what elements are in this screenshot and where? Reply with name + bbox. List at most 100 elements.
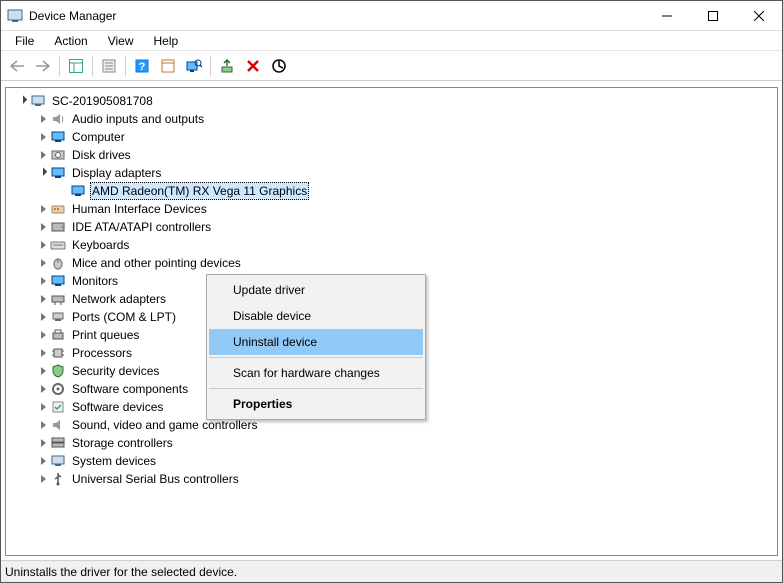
menu-separator <box>209 388 423 389</box>
software-icon <box>50 399 66 415</box>
no-arrow <box>56 184 70 198</box>
category-label: Monitors <box>70 272 120 290</box>
menu-action[interactable]: Action <box>46 32 95 50</box>
help-button[interactable]: ? <box>130 54 154 78</box>
expand-arrow-icon[interactable] <box>36 112 50 126</box>
monitor-icon <box>50 273 66 289</box>
toolbar-separator <box>125 56 126 76</box>
svg-text:?: ? <box>139 61 146 73</box>
category-label: Disk drives <box>70 146 133 164</box>
maximize-button[interactable] <box>690 1 736 30</box>
expand-arrow-icon[interactable] <box>36 202 50 216</box>
ctx-scan-hardware[interactable]: Scan for hardware changes <box>209 360 423 386</box>
show-hide-pane-button[interactable] <box>64 54 88 78</box>
printer-icon <box>50 327 66 343</box>
expand-arrow-icon[interactable] <box>36 418 50 432</box>
scan-hardware-button[interactable] <box>182 54 206 78</box>
properties-button[interactable] <box>97 54 121 78</box>
monitor-icon <box>50 129 66 145</box>
expand-arrow-icon[interactable] <box>36 454 50 468</box>
system-icon <box>50 453 66 469</box>
category-label: Software devices <box>70 398 165 416</box>
menu-help[interactable]: Help <box>146 32 187 50</box>
category-system[interactable]: System devices <box>12 452 777 470</box>
tree-root[interactable]: SC-201905081708 <box>12 92 777 110</box>
category-mice[interactable]: Mice and other pointing devices <box>12 254 777 272</box>
category-label: Universal Serial Bus controllers <box>70 470 241 488</box>
disable-button[interactable] <box>267 54 291 78</box>
expand-arrow-icon[interactable] <box>36 310 50 324</box>
menu-bar: File Action View Help <box>1 31 782 51</box>
software-icon <box>50 381 66 397</box>
expand-arrow-icon[interactable] <box>36 292 50 306</box>
category-ide[interactable]: IDE ATA/ATAPI controllers <box>12 218 777 236</box>
expand-arrow-icon[interactable] <box>36 148 50 162</box>
uninstall-button[interactable] <box>241 54 265 78</box>
expand-arrow-icon[interactable] <box>36 130 50 144</box>
speaker-icon <box>50 111 66 127</box>
ctx-uninstall-device[interactable]: Uninstall device <box>209 329 423 355</box>
expand-arrow-icon[interactable] <box>36 382 50 396</box>
device-selected[interactable]: AMD Radeon(TM) RX Vega 11 Graphics <box>12 182 777 200</box>
device-label: AMD Radeon(TM) RX Vega 11 Graphics <box>90 182 309 200</box>
expand-arrow-icon[interactable] <box>36 400 50 414</box>
category-usb[interactable]: Universal Serial Bus controllers <box>12 470 777 488</box>
category-label: IDE ATA/ATAPI controllers <box>70 218 213 236</box>
expand-arrow-icon[interactable] <box>36 166 50 180</box>
category-label: System devices <box>70 452 158 470</box>
expand-arrow-icon[interactable] <box>36 274 50 288</box>
expand-arrow-icon[interactable] <box>16 94 30 108</box>
window-title: Device Manager <box>29 9 644 23</box>
expand-arrow-icon[interactable] <box>36 364 50 378</box>
action-toolbar-button[interactable] <box>156 54 180 78</box>
category-label: Network adapters <box>70 290 168 308</box>
expand-arrow-icon[interactable] <box>36 256 50 270</box>
category-keyboards[interactable]: Keyboards <box>12 236 777 254</box>
category-label: Software components <box>70 380 190 398</box>
device-tree-pane: SC-201905081708 Audio inputs and outputs… <box>5 87 778 556</box>
update-driver-button[interactable] <box>215 54 239 78</box>
expand-arrow-icon[interactable] <box>36 328 50 342</box>
category-label: Display adapters <box>70 164 163 182</box>
mouse-icon <box>50 255 66 271</box>
status-text: Uninstalls the driver for the selected d… <box>5 565 237 579</box>
category-display[interactable]: Display adapters <box>12 164 777 182</box>
toolbar-separator <box>59 56 60 76</box>
menu-file[interactable]: File <box>7 32 42 50</box>
category-hid[interactable]: Human Interface Devices <box>12 200 777 218</box>
ctx-disable-device[interactable]: Disable device <box>209 303 423 329</box>
expand-arrow-icon[interactable] <box>36 436 50 450</box>
cpu-icon <box>50 345 66 361</box>
computer-icon <box>30 93 46 109</box>
status-bar: Uninstalls the driver for the selected d… <box>1 560 782 582</box>
expand-arrow-icon[interactable] <box>36 346 50 360</box>
back-button[interactable] <box>5 54 29 78</box>
category-audio[interactable]: Audio inputs and outputs <box>12 110 777 128</box>
category-label: Human Interface Devices <box>70 200 209 218</box>
ctx-update-driver[interactable]: Update driver <box>209 277 423 303</box>
ide-icon <box>50 219 66 235</box>
app-icon <box>7 8 23 24</box>
category-label: Storage controllers <box>70 434 175 452</box>
expand-arrow-icon[interactable] <box>36 220 50 234</box>
menu-separator <box>209 357 423 358</box>
keyboard-icon <box>50 237 66 253</box>
title-bar: Device Manager <box>1 1 782 31</box>
category-computer[interactable]: Computer <box>12 128 777 146</box>
ctx-properties[interactable]: Properties <box>209 391 423 417</box>
expand-arrow-icon[interactable] <box>36 238 50 252</box>
forward-button[interactable] <box>31 54 55 78</box>
expand-arrow-icon[interactable] <box>36 472 50 486</box>
minimize-button[interactable] <box>644 1 690 30</box>
category-disk[interactable]: Disk drives <box>12 146 777 164</box>
category-label: Security devices <box>70 362 161 380</box>
toolbar-separator <box>92 56 93 76</box>
tree-root-label: SC-201905081708 <box>50 92 155 110</box>
port-icon <box>50 309 66 325</box>
sound-icon <box>50 417 66 433</box>
category-storage[interactable]: Storage controllers <box>12 434 777 452</box>
category-label: Print queues <box>70 326 141 344</box>
menu-view[interactable]: View <box>100 32 142 50</box>
toolbar-separator <box>210 56 211 76</box>
close-button[interactable] <box>736 1 782 30</box>
